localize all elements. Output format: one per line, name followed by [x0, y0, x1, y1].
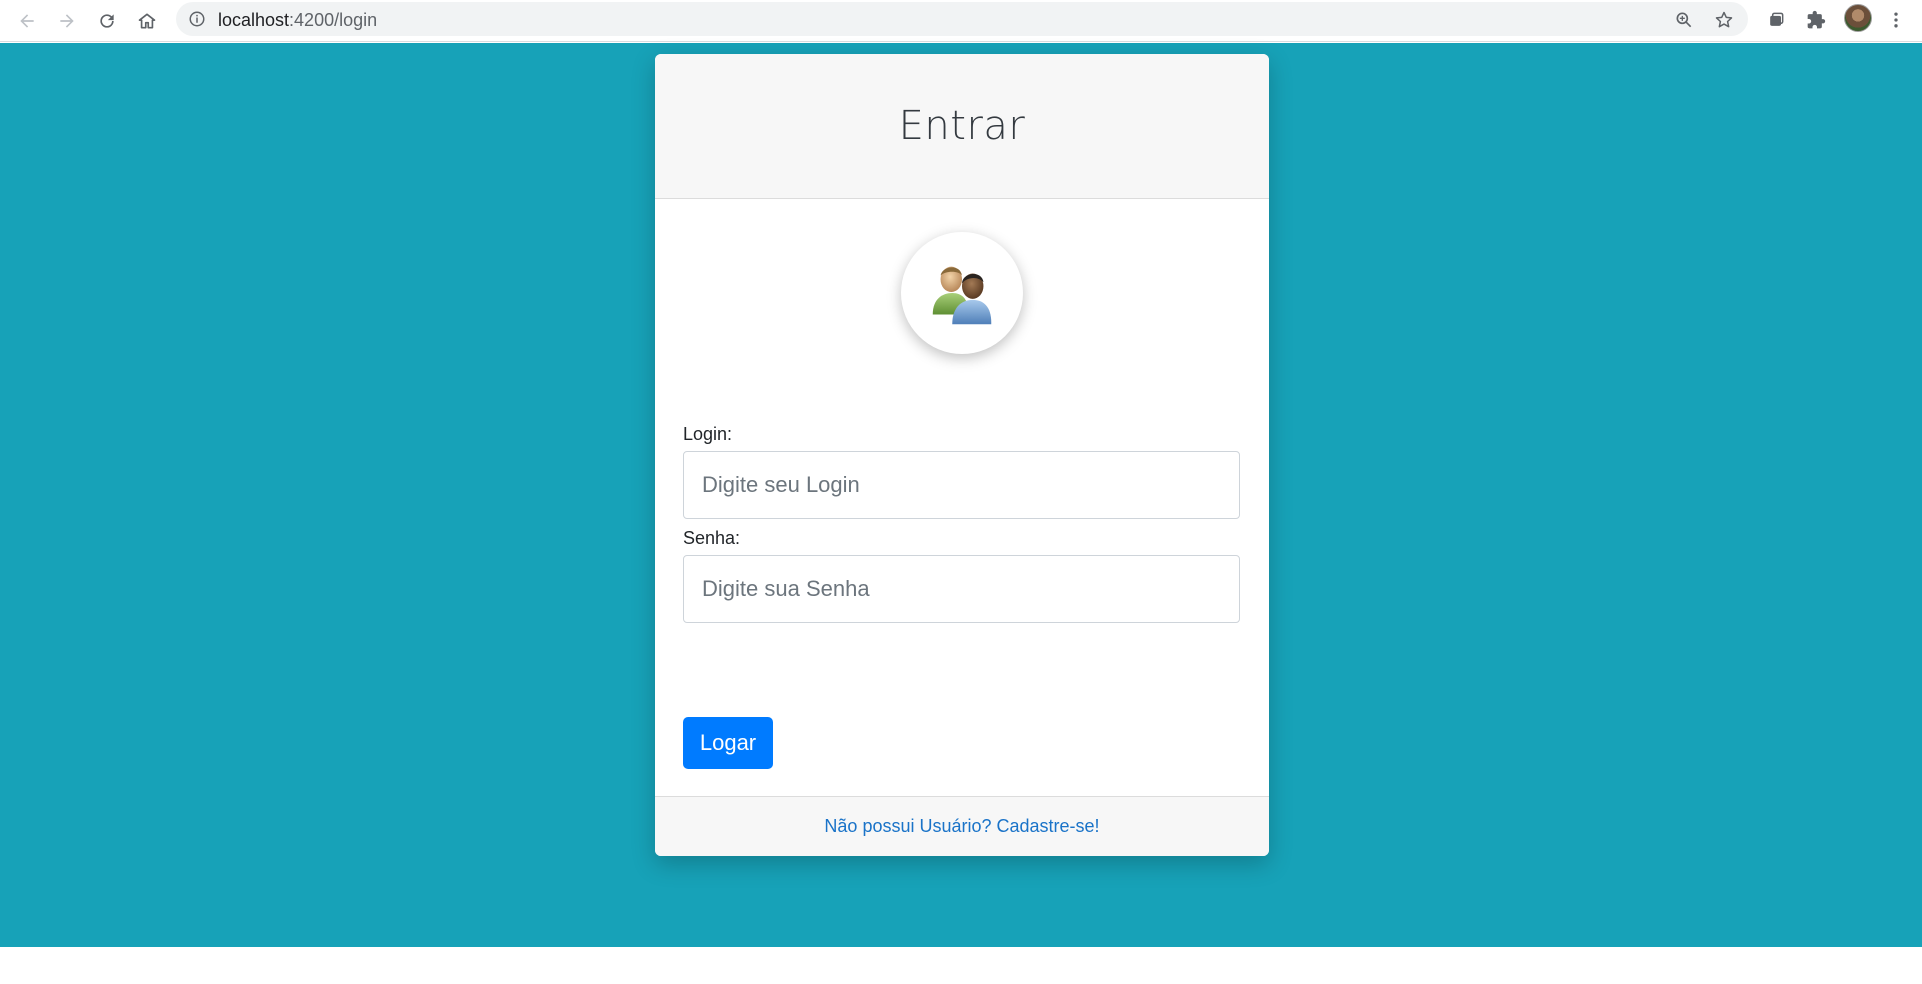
back-button[interactable]: [12, 6, 42, 36]
forward-icon: [60, 14, 74, 28]
users-icon: [932, 266, 992, 325]
extensions-button[interactable]: [1803, 7, 1829, 33]
reload-button[interactable]: [92, 6, 122, 36]
address-bar[interactable]: localhost:4200/login: [176, 2, 1748, 36]
page-title: Entrar: [898, 103, 1026, 149]
forward-button[interactable]: [52, 6, 82, 36]
card-header: Entrar: [655, 54, 1269, 199]
url-host: localhost: [218, 10, 290, 30]
login-button[interactable]: Logar: [683, 717, 773, 769]
tab-search-icon: [1770, 12, 1784, 26]
password-label: Senha:: [683, 528, 741, 548]
users-avatar: [901, 232, 1023, 354]
info-icon[interactable]: [188, 10, 206, 28]
back-icon: [20, 14, 34, 28]
page-background: Entrar Login: Senha:: [0, 43, 1922, 947]
home-button[interactable]: [132, 6, 162, 36]
login-input[interactable]: [683, 451, 1240, 519]
signup-link[interactable]: Não possui Usuário? Cadastre-se!: [824, 816, 1099, 837]
password-input[interactable]: [683, 555, 1240, 623]
profile-avatar[interactable]: [1844, 4, 1872, 32]
login-label: Login:: [683, 424, 733, 444]
url-text[interactable]: localhost:4200/login: [218, 10, 377, 31]
extensions-icon: [1807, 10, 1826, 29]
login-card: Entrar Login: Senha:: [655, 54, 1269, 856]
reload-icon: [100, 14, 114, 28]
menu-icon: [1894, 12, 1898, 28]
zoom-icon: [1676, 12, 1692, 28]
browser-toolbar: localhost:4200/login: [0, 0, 1922, 42]
card-footer: Não possui Usuário? Cadastre-se!: [655, 796, 1269, 856]
star-icon: [1715, 11, 1733, 28]
url-path: :4200/login: [289, 10, 378, 30]
zoom-button[interactable]: [1672, 8, 1696, 32]
bookmark-button[interactable]: [1712, 8, 1736, 32]
home-icon: [138, 13, 156, 29]
tab-search-button[interactable]: [1763, 7, 1789, 33]
browser-menu-button[interactable]: [1883, 7, 1909, 33]
